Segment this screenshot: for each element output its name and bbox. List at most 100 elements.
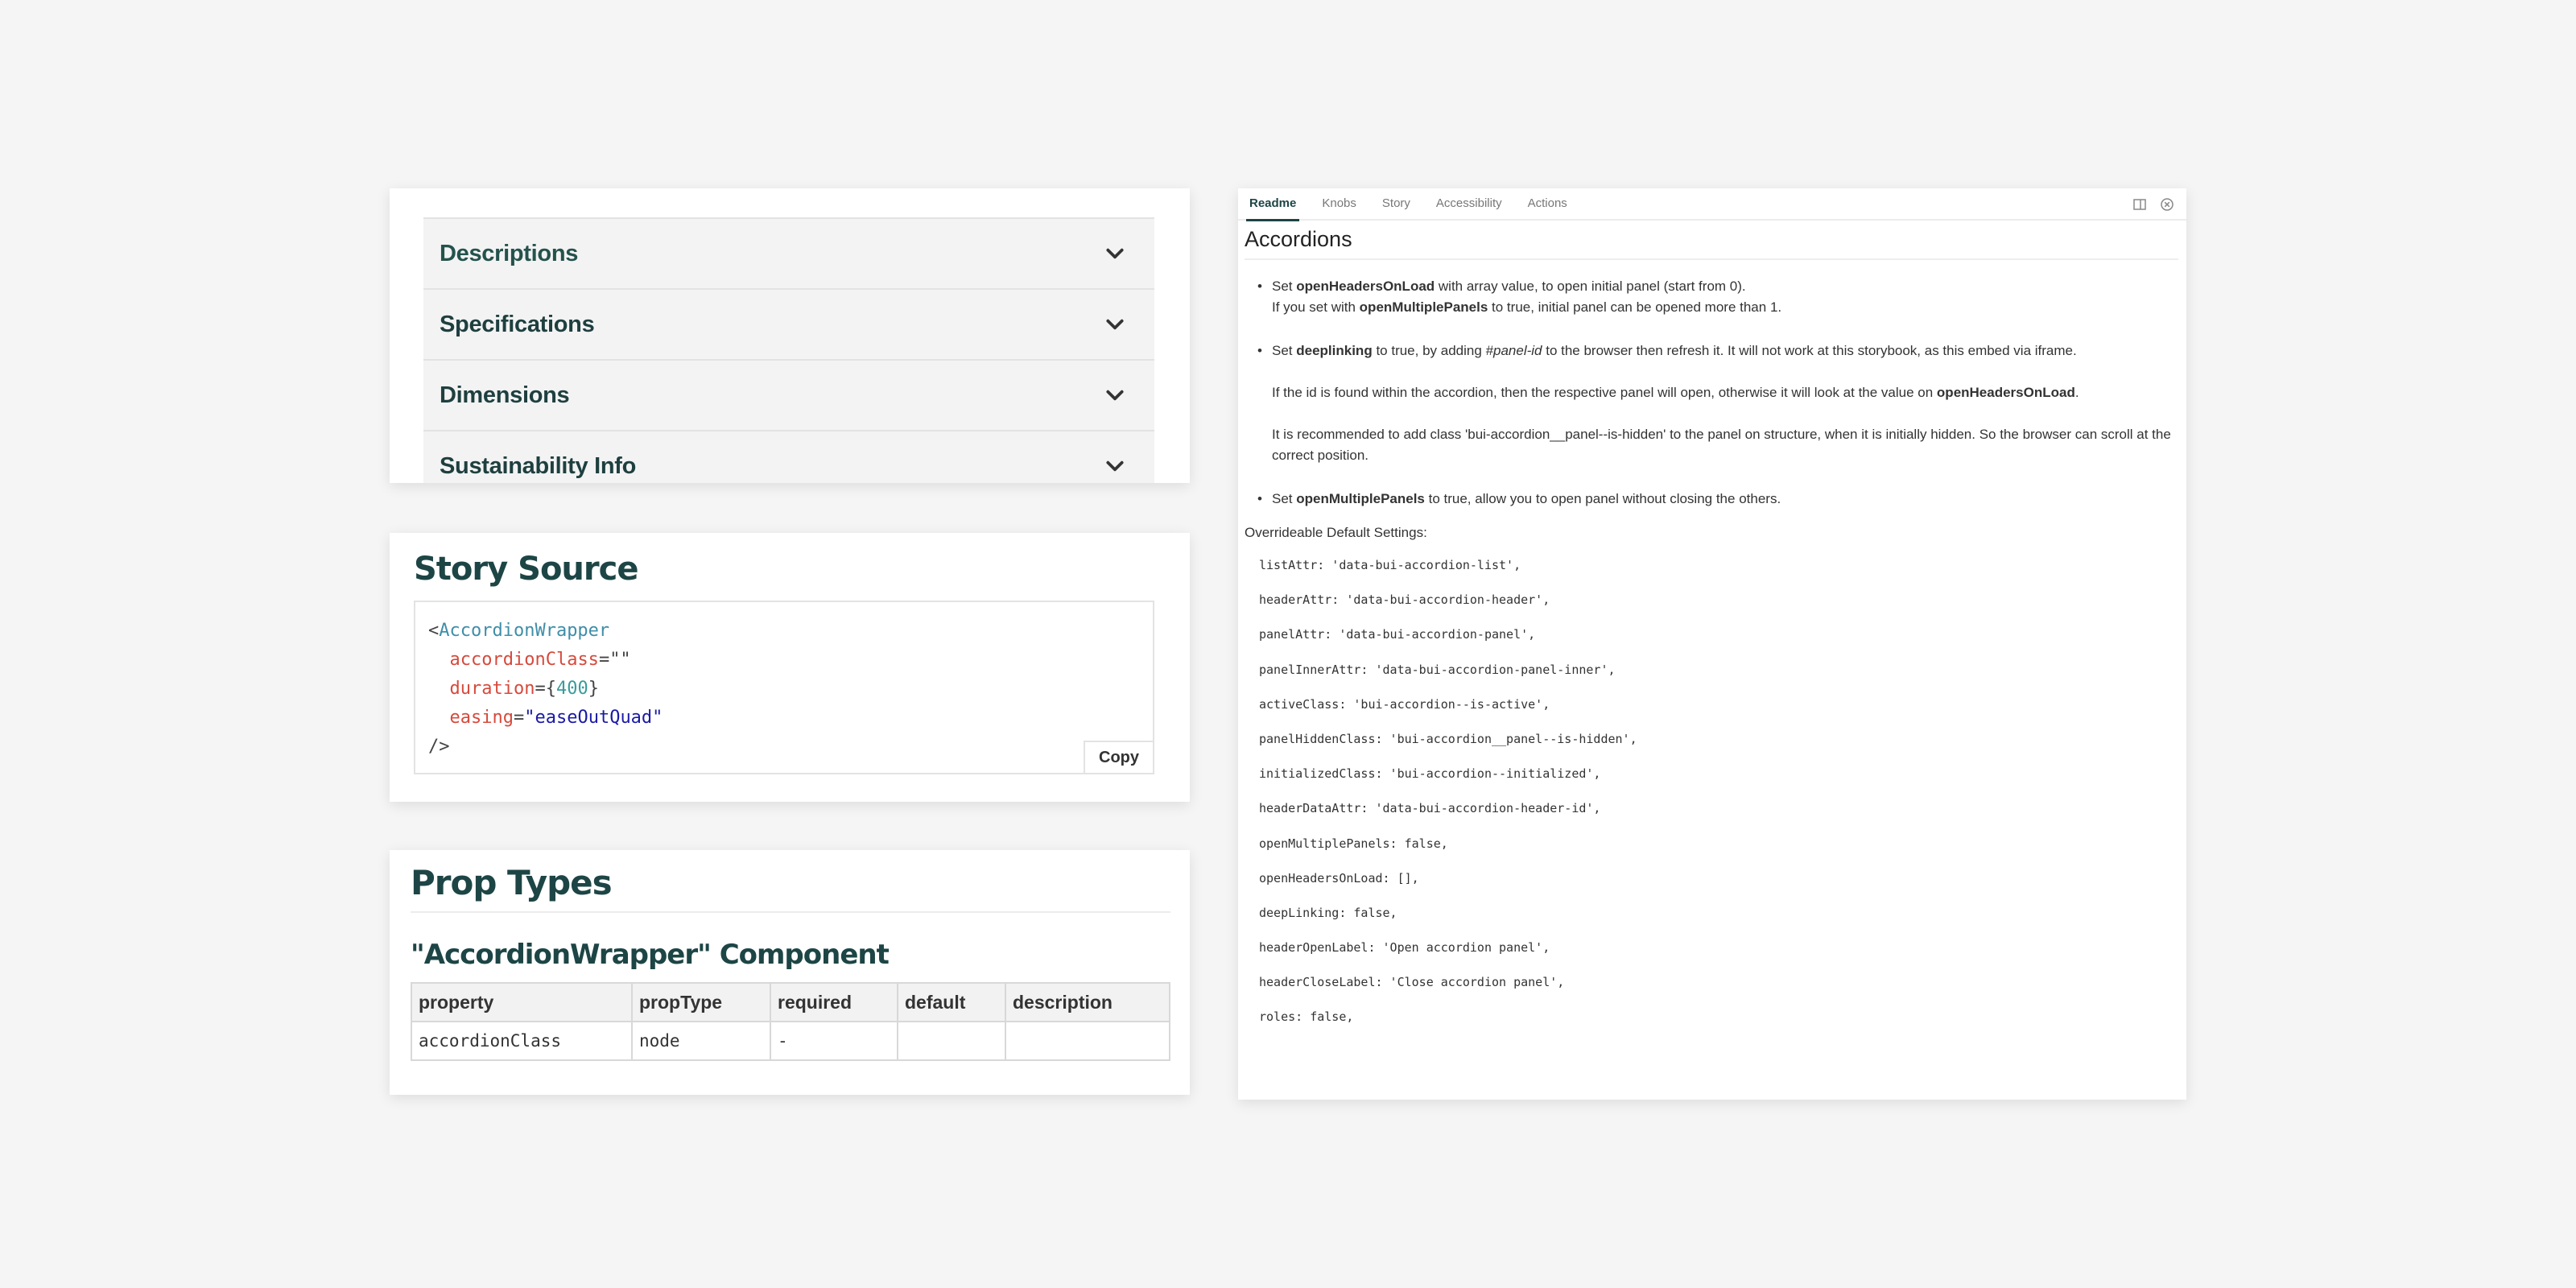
code-attr: accordionClass xyxy=(449,650,599,670)
code-line: /> xyxy=(428,733,1153,762)
code-line: <AccordionWrapper xyxy=(428,617,1153,646)
code-keyword: deeplinking xyxy=(1296,343,1373,358)
chevron-down-icon xyxy=(1106,248,1124,259)
readme-paragraph: Set deeplinking to true, by adding #pane… xyxy=(1272,341,2178,361)
tab-actions[interactable]: Actions xyxy=(1528,188,1567,220)
text: Set xyxy=(1272,343,1297,358)
code-attr: easing xyxy=(449,708,514,728)
accordion-card: Descriptions Specifications Dimensions S… xyxy=(390,188,1190,483)
code-keyword: openHeadersOnLoad xyxy=(1296,279,1435,294)
tab-readme[interactable]: Readme xyxy=(1245,188,1300,221)
code-punct: = xyxy=(598,650,610,670)
code-punct: /> xyxy=(428,737,450,757)
chevron-down-icon xyxy=(1106,460,1124,472)
tab-knobs[interactable]: Knobs xyxy=(1322,188,1356,220)
settings-label: Overrideable Default Settings: xyxy=(1245,525,1427,540)
story-source-card: Story Source <AccordionWrapper accordion… xyxy=(390,533,1190,802)
accordion-header-sustainability-info[interactable]: Sustainability Info xyxy=(423,431,1154,483)
text: with array value, to open initial panel … xyxy=(1435,279,1746,294)
table-row: accordionClass node - xyxy=(411,1021,1170,1061)
addon-panel: Readme Knobs Story Accessibility Actions… xyxy=(1238,188,2186,1100)
settings-line: headerCloseLabel: 'Close accordion panel… xyxy=(1259,975,1565,990)
accordion-title: Sustainability Info xyxy=(440,452,637,479)
accordion-title: Descriptions xyxy=(440,240,579,266)
readme-content: Accordions Set openHeadersOnLoad with ar… xyxy=(1245,227,2178,1045)
accordion-header-specifications[interactable]: Specifications xyxy=(423,290,1154,361)
accordion-list: Descriptions Specifications Dimensions S… xyxy=(423,217,1154,483)
accordion-header-descriptions[interactable]: Descriptions xyxy=(423,219,1154,290)
text: to true, by adding xyxy=(1372,343,1486,358)
chevron-down-icon xyxy=(1106,319,1124,330)
table-cell xyxy=(897,1021,1006,1061)
table-cell: - xyxy=(770,1021,898,1061)
code-attr: duration xyxy=(449,679,535,699)
settings-line: panelHiddenClass: 'bui-accordion__panel-… xyxy=(1259,731,1637,746)
column-header: required xyxy=(770,982,898,1022)
list-item: Set openMultiplePanels to true, allow yo… xyxy=(1245,489,2178,510)
code-line: easing="easeOutQuad" xyxy=(428,704,1153,733)
code-punct: } xyxy=(588,679,599,699)
settings-line: deepLinking: false, xyxy=(1259,905,1397,920)
story-source-title: Story Source xyxy=(414,551,638,588)
table-cell: node xyxy=(631,1021,771,1061)
settings-line: listAttr: 'data-bui-accordion-list', xyxy=(1259,558,1521,572)
code-block: <AccordionWrapper accordionClass="" dura… xyxy=(414,601,1154,774)
settings-line: panelInnerAttr: 'data-bui-accordion-pane… xyxy=(1259,662,1616,677)
text: . xyxy=(2074,385,2079,400)
readme-paragraph: If the id is found within the accordion,… xyxy=(1272,382,2178,403)
list-item: Set deeplinking to true, by adding #pane… xyxy=(1245,341,2178,466)
column-header: default xyxy=(897,982,1006,1022)
column-header: property xyxy=(411,982,633,1022)
tab-accessibility[interactable]: Accessibility xyxy=(1436,188,1502,220)
close-circle-icon[interactable] xyxy=(2159,196,2175,213)
settings-line: roles: false, xyxy=(1259,1009,1354,1025)
code-punct: ={ xyxy=(535,679,556,699)
code-keyword: openMultiplePanels xyxy=(1296,491,1425,506)
tab-story[interactable]: Story xyxy=(1382,188,1410,220)
accordion-title: Specifications xyxy=(440,311,595,337)
settings-line: panelAttr: 'data-bui-accordion-panel', xyxy=(1259,627,1536,642)
divider xyxy=(411,911,1170,913)
prop-types-card: Prop Types "AccordionWrapper" Component … xyxy=(390,850,1190,1095)
text: Set xyxy=(1272,279,1297,294)
emphasis: #panel-id xyxy=(1485,343,1542,358)
text: If the id is found within the accordion,… xyxy=(1272,385,1937,400)
component-title: "AccordionWrapper" Component xyxy=(411,939,890,971)
code-keyword: openHeadersOnLoad xyxy=(1936,385,2075,400)
table-cell: accordionClass xyxy=(411,1021,633,1061)
code-punct: = xyxy=(513,708,525,728)
settings-line: headerAttr: 'data-bui-accordion-header', xyxy=(1259,592,1550,608)
code-number: 400 xyxy=(555,679,588,699)
accordion-header-dimensions[interactable]: Dimensions xyxy=(423,361,1154,431)
chevron-down-icon xyxy=(1106,390,1124,401)
settings-line: activeClass: 'bui-accordion--is-active', xyxy=(1259,696,1550,712)
code-keyword: openMultiplePanels xyxy=(1359,299,1488,315)
text: to true, allow you to open panel without… xyxy=(1424,491,1781,506)
text: Set xyxy=(1272,491,1297,506)
code-punct: < xyxy=(428,621,440,641)
readme-paragraph: Set openHeadersOnLoad with array value, … xyxy=(1272,276,2178,318)
text: to the browser then refresh it. It will … xyxy=(1542,343,2077,358)
panel-controls xyxy=(2132,196,2175,213)
readme-paragraph: It is recommended to add class 'bui-acco… xyxy=(1272,427,2171,463)
code-line: duration={400} xyxy=(428,675,1153,704)
accordion-title: Dimensions xyxy=(440,382,570,408)
prop-types-table: property propType required default descr… xyxy=(411,982,1170,1061)
copy-button[interactable]: Copy xyxy=(1084,741,1153,773)
list-item: Set openHeadersOnLoad with array value, … xyxy=(1245,276,2178,318)
settings-line: openHeadersOnLoad: [], xyxy=(1259,870,1419,886)
text: If you set with xyxy=(1272,299,1360,315)
table-header-row: property propType required default descr… xyxy=(411,982,1170,1022)
text: to true, initial panel can be opened mor… xyxy=(1488,299,1782,315)
readme-heading: Accordions xyxy=(1245,227,2178,260)
code-string: "" xyxy=(609,650,631,670)
code-tag: AccordionWrapper xyxy=(439,621,610,641)
column-header: description xyxy=(1005,982,1170,1022)
settings-line: headerDataAttr: 'data-bui-accordion-head… xyxy=(1259,801,1601,816)
settings-line: initializedClass: 'bui-accordion--initia… xyxy=(1259,766,1601,782)
settings-line: headerOpenLabel: 'Open accordion panel', xyxy=(1259,940,1550,956)
column-header: propType xyxy=(631,982,771,1022)
sidebar-toggle-icon[interactable] xyxy=(2132,196,2148,213)
settings-list: listAttr: 'data-bui-accordion-list', hea… xyxy=(1245,558,2178,1045)
code-line: accordionClass="" xyxy=(428,646,1153,675)
